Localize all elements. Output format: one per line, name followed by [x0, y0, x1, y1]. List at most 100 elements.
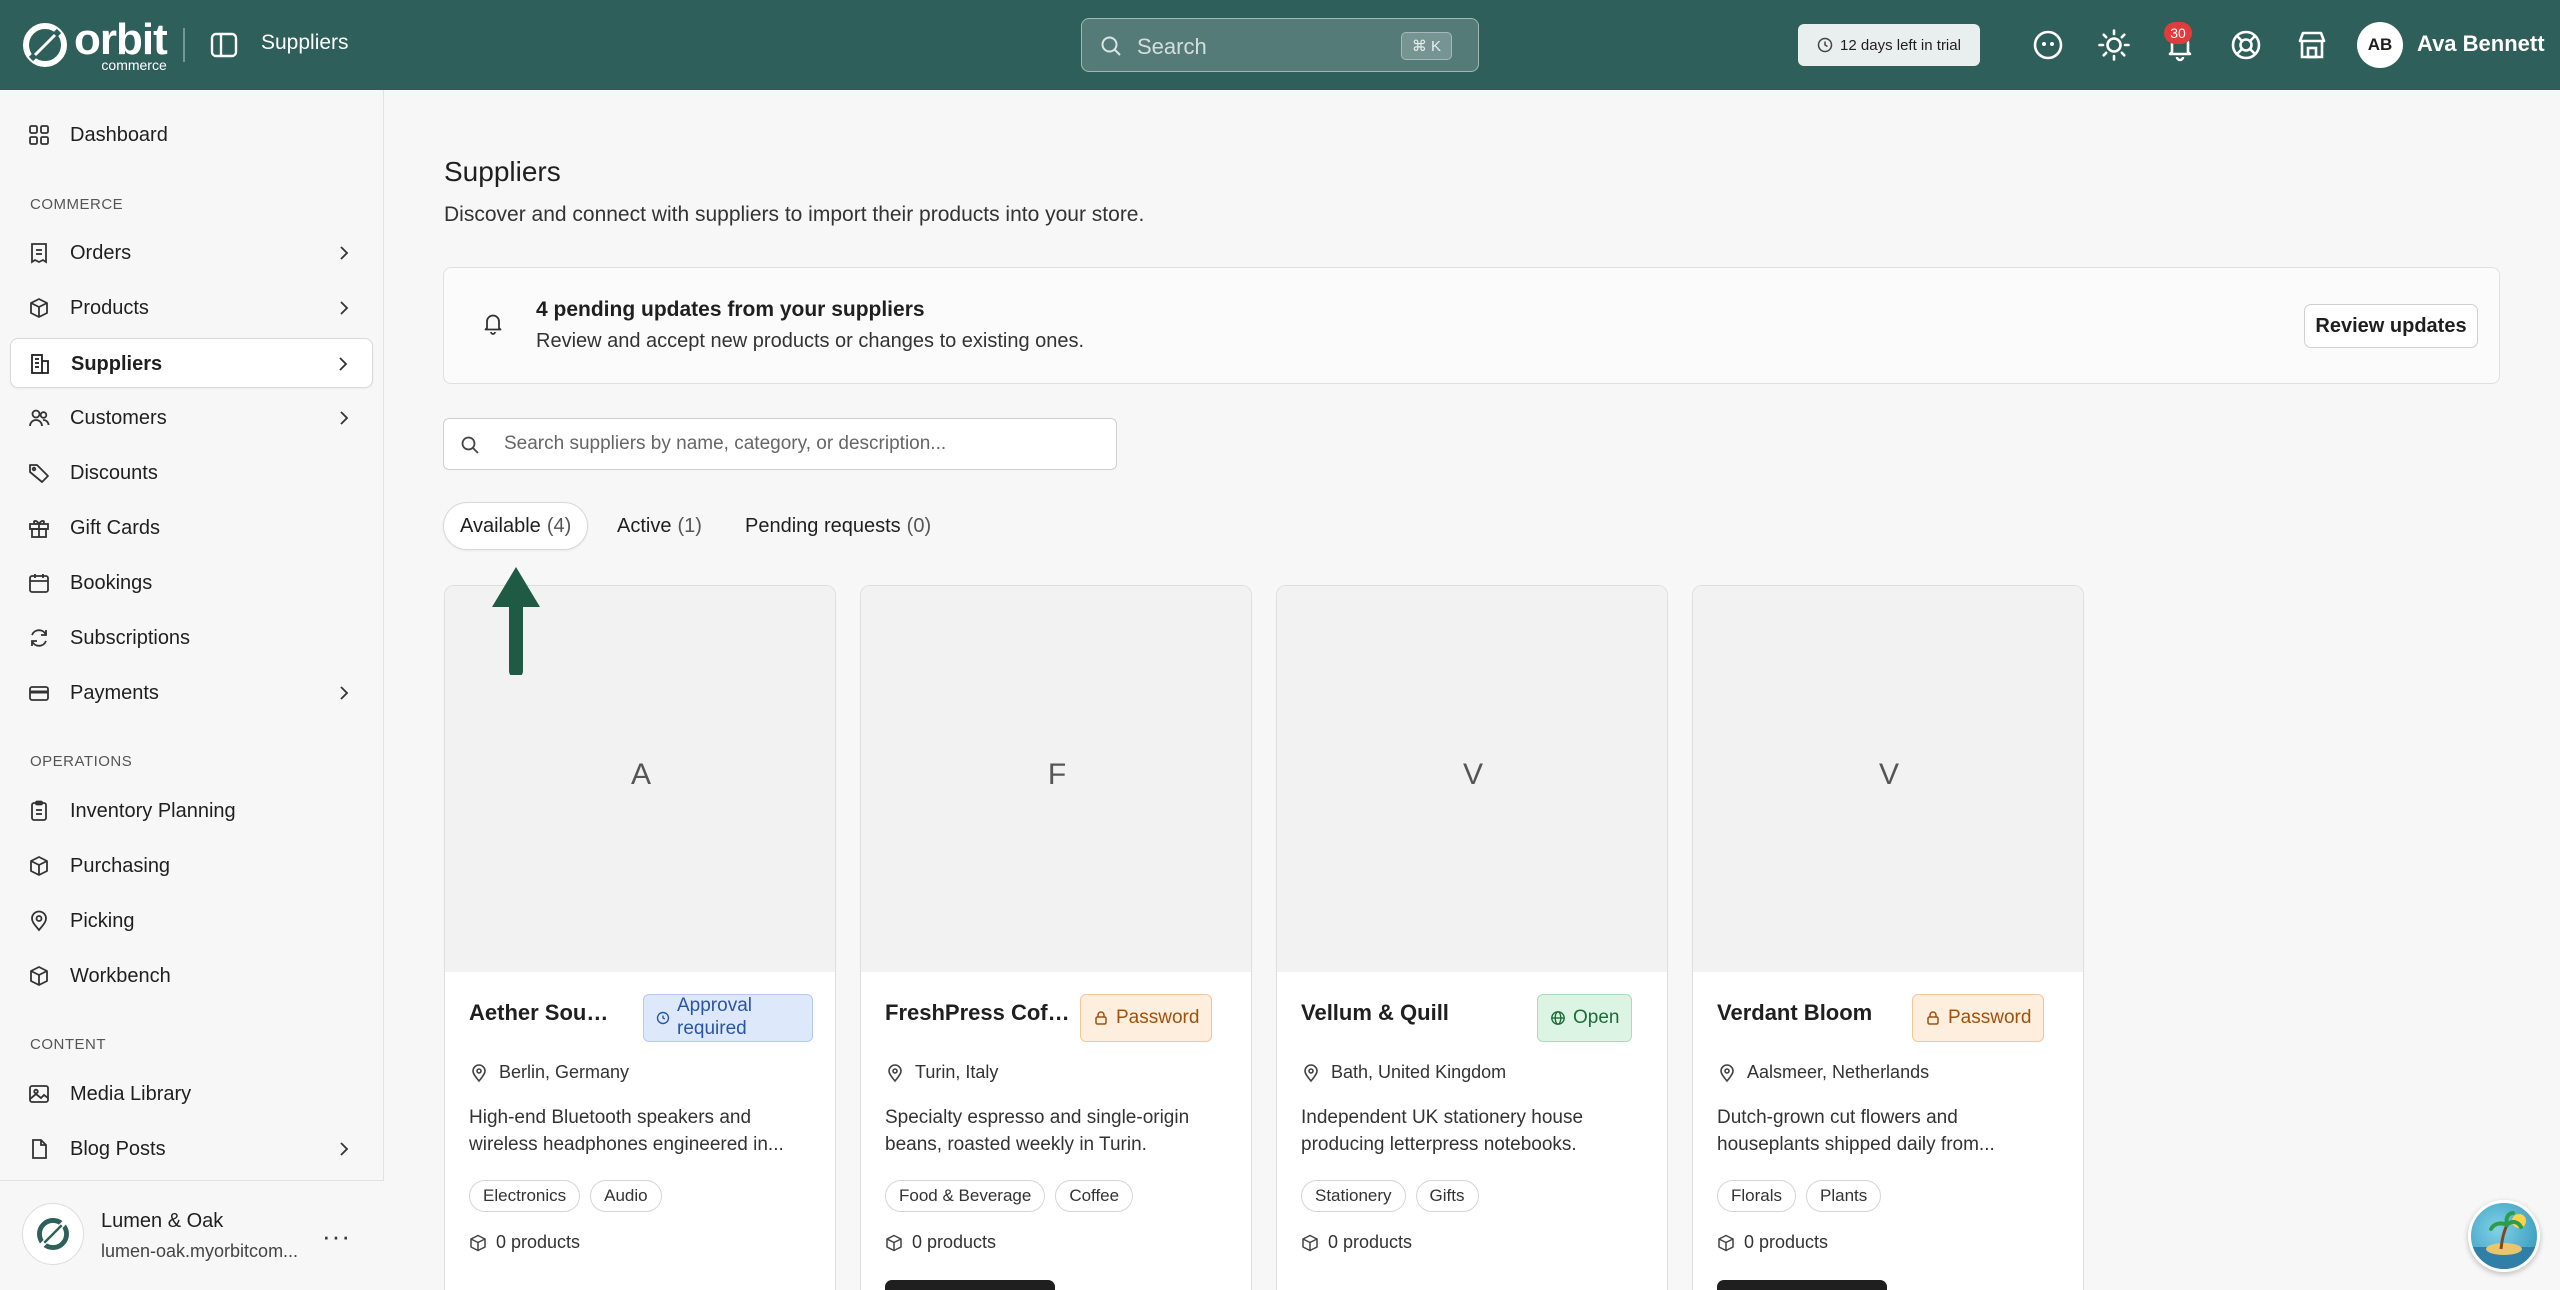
lock-icon: [1927, 1011, 1939, 1025]
sidebar-item-label: Suppliers: [71, 353, 163, 375]
document-icon: [32, 1139, 47, 1159]
assistant-icon[interactable]: [2031, 28, 2065, 62]
tab-active[interactable]: Active (1): [617, 502, 702, 550]
sidebar-item-label: Picking: [70, 910, 135, 932]
supplier-name: Vellum & Quill: [1301, 1000, 1449, 1025]
sidebar-item-label: Gift Cards: [70, 517, 161, 539]
sidebar-item-discounts[interactable]: Discounts: [10, 448, 373, 498]
category-tag: Stationery: [1301, 1180, 1406, 1212]
review-updates-button[interactable]: Review updates: [2304, 304, 2478, 348]
supplier-tags: Florals Plants: [1717, 1180, 1891, 1212]
category-tag: Plants: [1806, 1180, 1882, 1212]
location-text: Turin, Italy: [915, 1062, 999, 1082]
sidebar-item-dashboard[interactable]: Dashboard: [10, 110, 373, 160]
package-icon: [470, 1234, 486, 1251]
request-access-button[interactable]: [885, 1280, 1055, 1290]
supplier-tags: Electronics Audio: [469, 1180, 672, 1212]
help-lifebuoy-icon[interactable]: [2229, 28, 2263, 62]
tab-label: Available: [460, 514, 541, 537]
sidebar-toggle-icon[interactable]: [209, 30, 239, 60]
section-label-operations: OPERATIONS: [30, 753, 133, 770]
products-box-icon: [30, 298, 48, 318]
sidebar-item-purchasing[interactable]: Purchasing: [10, 841, 373, 891]
status-text: Approval required: [677, 995, 752, 1039]
status-text: Password: [1116, 1007, 1200, 1028]
supplier-initial: A: [630, 758, 651, 791]
lock-icon: [1095, 1011, 1107, 1025]
user-avatar[interactable]: AB: [2357, 22, 2403, 68]
theme-sun-icon[interactable]: [2097, 28, 2131, 62]
storefront-icon[interactable]: [2295, 28, 2329, 62]
supplier-name: FreshPress Coffee: [885, 1000, 1075, 1025]
sidebar-item-gift-cards[interactable]: Gift Cards: [10, 503, 373, 553]
global-search[interactable]: Search ⌘ K: [1081, 18, 1479, 72]
product-count: 0 products: [885, 1232, 996, 1253]
sidebar-item-label: Orders: [70, 242, 132, 264]
more-options-icon[interactable]: ···: [322, 1221, 351, 1252]
supplier-card[interactable]: A Aether Sound... Approval required Berl…: [444, 585, 836, 1290]
top-bar: orbit commerce Suppliers Search ⌘ K 12 d…: [0, 0, 2560, 90]
refresh-cycle-icon: [31, 629, 47, 647]
store-switcher[interactable]: Lumen & Oak lumen-oak.myorbitcom... ···: [0, 1180, 384, 1290]
section-label-content: CONTENT: [30, 1036, 106, 1053]
sidebar-item-label: Inventory Planning: [70, 800, 236, 822]
chevron-right-icon: [340, 686, 349, 700]
search-shortcut: ⌘ K: [1400, 32, 1452, 60]
product-count: 0 products: [1717, 1232, 1828, 1253]
sidebar-item-workbench[interactable]: Workbench: [10, 951, 373, 1001]
trial-badge[interactable]: 12 days left in trial: [1798, 24, 1980, 66]
sidebar-item-label: Media Library: [70, 1083, 192, 1105]
sidebar-item-payments[interactable]: Payments: [10, 668, 373, 718]
sidebar-item-label: Products: [70, 297, 149, 319]
image-icon: [29, 1085, 49, 1103]
sidebar-item-subscriptions[interactable]: Subscriptions: [10, 613, 373, 663]
category-tag: Audio: [590, 1180, 662, 1212]
supplier-search-input[interactable]: Search suppliers by name, category, or d…: [443, 418, 1117, 470]
sidebar-item-label: Blog Posts: [70, 1138, 166, 1160]
category-tag: Florals: [1717, 1180, 1797, 1212]
category-tag: Gifts: [1415, 1180, 1479, 1212]
supplier-card[interactable]: V Vellum & Quill Open Bath, United Kingd…: [1276, 585, 1668, 1290]
chevron-right-icon: [340, 411, 349, 425]
package-icon: [1718, 1234, 1734, 1251]
supplier-card[interactable]: F FreshPress Coffee Password Turin, Ital…: [860, 585, 1252, 1290]
sidebar-item-media-library[interactable]: Media Library: [10, 1069, 373, 1119]
supplier-card[interactable]: V Verdant Bloom Password Aalsmeer, Nethe…: [1692, 585, 2084, 1290]
sidebar-item-label: Customers: [70, 407, 167, 429]
tab-available[interactable]: Available (4): [443, 502, 589, 550]
sidebar-item-picking[interactable]: Picking: [10, 896, 373, 946]
sidebar-item-label: Workbench: [70, 965, 171, 987]
sidebar-item-orders[interactable]: Orders: [10, 228, 373, 278]
globe-icon: [1551, 1011, 1565, 1025]
sidebar-item-suppliers[interactable]: Suppliers: [10, 338, 373, 388]
sidebar-item-customers[interactable]: Customers: [10, 393, 373, 443]
supplier-location: Aalsmeer, Netherlands: [1717, 1062, 1929, 1083]
tab-label: Pending requests: [745, 514, 901, 537]
product-count-text: 0 products: [1744, 1232, 1829, 1252]
sidebar-item-bookings[interactable]: Bookings: [10, 558, 373, 608]
dashboard-grid-icon: [29, 125, 49, 145]
sidebar-item-blog-posts[interactable]: Blog Posts: [10, 1124, 373, 1174]
sidebar-item-products[interactable]: Products: [10, 283, 373, 333]
location-text: Bath, United Kingdom: [1331, 1062, 1507, 1082]
store-logo-icon: [22, 1203, 84, 1265]
supplier-location: Turin, Italy: [885, 1062, 998, 1083]
supplier-description: Independent UK stationery house producin…: [1301, 1107, 1584, 1155]
status-badge: Open: [1537, 994, 1633, 1042]
request-access-button[interactable]: [1717, 1280, 1887, 1290]
status-badge: Password: [1912, 994, 2045, 1042]
supplier-description: Dutch-grown cut flowers and houseplants …: [1717, 1107, 1995, 1155]
calendar-icon: [29, 574, 49, 593]
discount-tag-icon: [29, 464, 49, 483]
help-chat-bubble[interactable]: [2468, 1200, 2540, 1272]
supplier-description: High-end Bluetooth speakers and wireless…: [469, 1107, 784, 1155]
sidebar-item-inventory-planning[interactable]: Inventory Planning: [10, 786, 373, 836]
product-count-text: 0 products: [496, 1232, 581, 1252]
brand-name: orbit: [74, 15, 168, 64]
orders-receipt-icon: [31, 243, 47, 264]
page-subtitle: Discover and connect with suppliers to i…: [444, 203, 1145, 226]
sidebar-item-label: Payments: [70, 682, 159, 704]
user-name[interactable]: Ava Bennett: [2417, 31, 2545, 57]
brand-logo[interactable]: orbit commerce: [22, 15, 168, 72]
tab-pending-requests[interactable]: Pending requests (0): [745, 502, 931, 550]
